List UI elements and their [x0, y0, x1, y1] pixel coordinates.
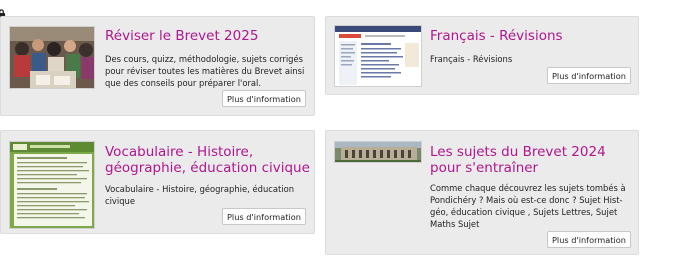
card-title[interactable]: Français - Révisions	[430, 28, 630, 44]
card-thumbnail[interactable]	[334, 25, 422, 87]
card-francais-revisions: Français - Révisions Français - Révision…	[325, 16, 639, 95]
card-thumbnail[interactable]	[9, 26, 95, 89]
card-thumbnail[interactable]	[9, 141, 95, 229]
more-info-button[interactable]: Plus d'information	[547, 67, 631, 84]
card-sujets-brevet-2024: Les sujets du Brevet 2024 pour s'entraîn…	[325, 130, 639, 255]
card-thumbnail[interactable]	[334, 141, 422, 163]
card-title[interactable]: Les sujets du Brevet 2024 pour s'entraîn…	[430, 144, 630, 176]
card-description: Des cours, quizz, méthodologie, sujets c…	[105, 54, 305, 88]
more-info-button[interactable]: Plus d'information	[222, 90, 306, 107]
card-title[interactable]: Réviser le Brevet 2025	[105, 28, 310, 44]
card-vocabulaire: Vocabulaire - Histoire, géographie, éduc…	[0, 130, 315, 234]
more-info-button[interactable]: Plus d'information	[547, 231, 631, 248]
card-description: Vocabulaire - Histoire, géographie, éduc…	[105, 184, 295, 206]
card-description: Comme chaque découvrez les sujets tombés…	[430, 183, 626, 229]
card-description: Français - Révisions	[430, 54, 513, 64]
card-title[interactable]: Vocabulaire - Histoire, géographie, éduc…	[105, 144, 310, 176]
more-info-button[interactable]: Plus d'information	[222, 208, 306, 225]
card-reviser-brevet: Réviser le Brevet 2025 Des cours, quizz,…	[0, 16, 315, 116]
